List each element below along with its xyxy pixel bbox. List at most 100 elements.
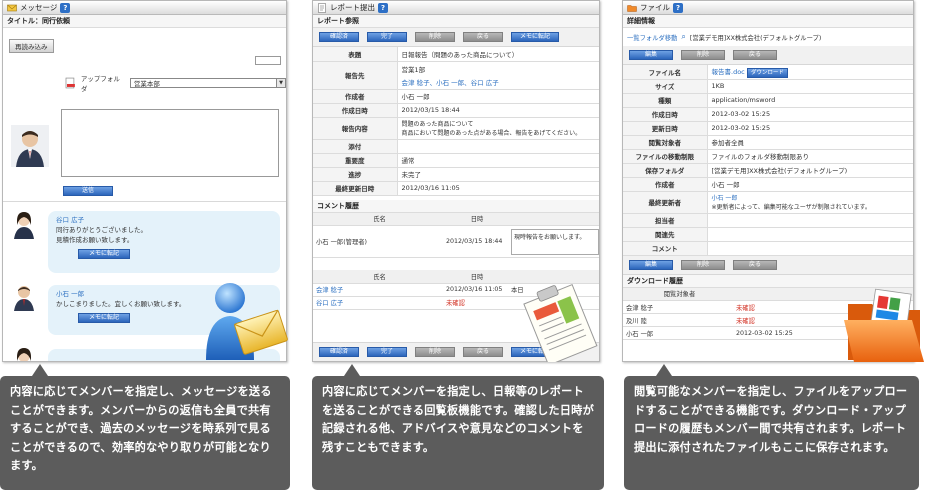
caption-file: 閲覧可能なメンバーを指定し、ファイルをアップロードすることができる機能です。ダウ… [624, 364, 919, 490]
message-subtitle: タイトル：同行依頼 [3, 15, 286, 28]
column-header: 日時 [443, 270, 508, 284]
confirmed-button[interactable]: 確認済 [319, 32, 359, 42]
column-header: 閲覧対象者 [623, 287, 733, 301]
delete-button[interactable]: 削除 [415, 347, 455, 357]
field-value: 参加者全員 [707, 135, 913, 150]
field-value: 小石 一郎 [707, 177, 913, 192]
send-button[interactable]: 送信 [63, 186, 113, 196]
back-button[interactable]: 戻る [463, 32, 503, 42]
comment-date: 2012/03/15 18:44 [443, 225, 508, 258]
recipient-links[interactable]: 会津 稔子、小石 一郎、谷口 広子 [402, 77, 600, 87]
field-key: 表題 [313, 47, 398, 62]
comment-box: 現時報告をお願いします。 [511, 228, 599, 255]
message-sender[interactable]: 谷口 広子 [56, 215, 272, 225]
upload-icon [65, 77, 75, 89]
field-value [707, 213, 913, 228]
field-value [707, 227, 913, 242]
report-button-row: 確認済 完了 削除 戻る メモに転記 [313, 28, 599, 47]
folder-icon [627, 4, 637, 12]
caption-report: 内容に応じてメンバーを指定し、日報等のレポートを送ることができる回覧板機能です。… [312, 364, 604, 490]
comment-section-title: コメント履歴 [313, 199, 599, 213]
field-key: 最終更新者 [623, 191, 708, 214]
reply-avatar-female [11, 345, 37, 361]
complete-button[interactable]: 完了 [367, 347, 407, 357]
search-icon[interactable]: ⌕ [681, 32, 685, 42]
help-icon[interactable]: ? [378, 2, 388, 13]
file-button-row-bottom: 編集 削除 戻る [623, 255, 913, 275]
field-key: ファイル名 [623, 65, 708, 80]
file-titlebar: ファイル ? [623, 1, 913, 15]
complete-button[interactable]: 完了 [367, 32, 407, 42]
folder-move-link[interactable]: 一覧フォルダ移動 [627, 33, 677, 42]
download-name: 及川 陸 [623, 313, 733, 327]
field-key: 進捗 [313, 167, 398, 182]
column-header: 日時 [443, 212, 508, 226]
confirm-name[interactable]: 谷口 広子 [313, 296, 443, 310]
field-value: 2012-03-02 15:25 [707, 121, 913, 136]
field-key: 種類 [623, 93, 708, 108]
file-title: ファイル [640, 3, 670, 12]
file-subtitle: 詳細情報 [623, 15, 913, 28]
comment-name: 小石 一郎(管理者) [313, 225, 443, 258]
field-value: 小石 一郎 [397, 89, 599, 104]
upload-folder-value: 営業本部 [133, 80, 160, 88]
field-key: 作成者 [313, 89, 398, 104]
field-value: ファイルのフォルダ移動制限あり [707, 149, 913, 164]
back-button[interactable]: 戻る [463, 347, 503, 357]
message-text: 見積作成お願い致します。 [56, 236, 134, 244]
breadcrumb: 一覧フォルダ移動 ⌕ [営業デモ用]XX株式会社(デフォルトグループ) [623, 28, 913, 46]
edit-button[interactable]: 編集 [629, 50, 673, 60]
download-name: 小石 一郎 [623, 326, 733, 340]
download-button[interactable]: ダウンロード [746, 67, 788, 78]
file-button-row: 編集 削除 戻る [623, 46, 913, 65]
copy-to-memo-button[interactable]: メモに転記 [78, 313, 130, 323]
report-title: レポート提出 [330, 3, 375, 12]
file-detail-table: ファイル名 報告書.doc ダウンロード サイズ 1KB 種類 application… [623, 65, 913, 256]
file-name-link[interactable]: 報告書.doc [712, 68, 745, 76]
message-title: メッセージ [20, 3, 58, 12]
comment-table: 氏名 日時 小石 一郎(管理者) 2012/03/15 18:44 現時報告をお願… [313, 212, 599, 258]
field-key: 関連先 [623, 227, 708, 242]
field-key: 報告先 [313, 61, 398, 90]
back-button[interactable]: 戻る [733, 259, 777, 270]
field-value: 2012-03-02 15:25 [707, 107, 913, 122]
reread-button[interactable]: 再読み込み [9, 39, 54, 53]
copy-to-memo-button[interactable]: メモに転記 [511, 32, 559, 42]
back-button[interactable]: 戻る [733, 50, 777, 60]
upload-folder-row: アップフォルダ 営業本部 ▼ [65, 73, 286, 93]
breadcrumb-path: [営業デモ用]XX株式会社(デフォルトグループ) [689, 34, 822, 42]
message-textarea[interactable] [61, 109, 279, 177]
updater-link[interactable]: 小石 一郎 [712, 193, 914, 202]
message-titlebar: メッセージ ? [3, 1, 286, 15]
orange-folder-icon [844, 288, 924, 362]
confirmed-button[interactable]: 確認済 [319, 347, 359, 357]
field-key: 重要度 [313, 153, 398, 168]
field-value: 営業1部 [401, 65, 426, 74]
edit-button[interactable]: 編集 [629, 259, 673, 270]
upload-folder-select[interactable]: 営業本部 ▼ [129, 78, 286, 88]
help-icon[interactable]: ? [673, 2, 683, 13]
field-note: ※更新者によって、編集可能なユーザが制限されています。 [711, 204, 871, 211]
message-icon [7, 4, 17, 11]
field-key: コメント [623, 241, 708, 256]
column-header: 氏名 [313, 212, 443, 226]
field-value [397, 139, 599, 154]
column-header: 氏名 [313, 270, 443, 284]
confirm-name[interactable]: 会津 稔子 [313, 283, 443, 297]
field-value: 通常 [397, 153, 599, 168]
user-mail-icon [206, 283, 288, 360]
report-subtitle: レポート参照 [313, 15, 599, 28]
field-key: 作成日時 [313, 103, 398, 118]
delete-button[interactable]: 削除 [415, 32, 455, 42]
confirm-date: 2012/03/16 11:05 [443, 283, 508, 297]
small-input[interactable] [255, 56, 281, 65]
delete-button[interactable]: 削除 [681, 259, 725, 270]
delete-button[interactable]: 削除 [681, 50, 725, 60]
reply-avatar-female [11, 209, 37, 239]
help-icon[interactable]: ? [60, 2, 71, 13]
field-key: 担当者 [623, 213, 708, 228]
message-bubble: 谷口 広子 同行ありがとうございました。 見積作成お願い致します。 メモに転記 [48, 211, 280, 273]
copy-to-memo-button[interactable]: メモに転記 [78, 249, 130, 259]
sender-avatar [11, 125, 49, 167]
field-key: 閲覧対象者 [623, 135, 708, 150]
